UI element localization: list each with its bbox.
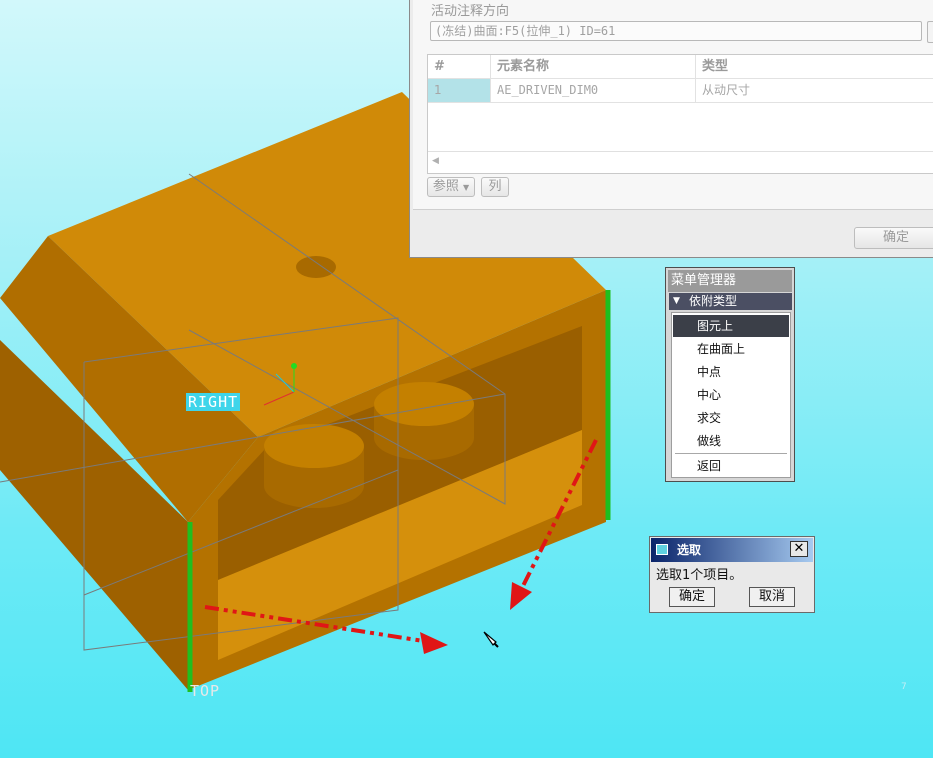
table-cell-index[interactable]: 1 — [428, 79, 491, 102]
red-arrowhead-2 — [510, 582, 532, 610]
menu-item-return[interactable]: 返回 — [673, 455, 789, 477]
menu-separator — [675, 453, 787, 454]
red-arrowhead-1 — [420, 632, 448, 654]
menu-manager-title: 菜单管理器 — [668, 270, 792, 292]
viewport-corner-mark: 7 — [901, 682, 907, 692]
menu-item-midpoint[interactable]: 中点 — [673, 361, 789, 383]
chevron-down-icon: ▼ — [463, 183, 470, 192]
menu-item-on-entity[interactable]: 图元上 — [673, 315, 789, 337]
model-cylinder-left-bottom — [264, 464, 364, 508]
ok-button[interactable]: 确定 — [854, 227, 933, 249]
horizontal-scrollbar[interactable]: ◀ ▶ — [428, 151, 933, 172]
attach-type-label: 依附类型 — [689, 294, 738, 308]
menu-manager: 菜单管理器 ▼ 依附类型 图元上 在曲面上 中点 中心 求交 做线 返回 — [665, 267, 795, 482]
table-cell-type[interactable]: 从动尺寸 — [696, 79, 933, 102]
table-row[interactable]: 1 AE_DRIVEN_DIM0 从动尺寸 — [428, 79, 933, 103]
menu-item-make-line[interactable]: 做线 — [673, 430, 789, 452]
pencil-cursor-icon — [483, 631, 499, 648]
select-cancel-button[interactable]: 取消 — [749, 587, 795, 607]
scroll-left-icon[interactable]: ◀ — [432, 156, 439, 166]
select-dialog-title: 选取 — [677, 543, 702, 557]
select-dialog: 选取 ✕ 选取1个项目。 确定 取消 — [649, 536, 815, 613]
reference-button-label: 参照 — [432, 179, 459, 194]
table-header-index[interactable]: # — [428, 55, 491, 78]
close-icon[interactable]: ✕ — [790, 541, 808, 557]
datum-label-right[interactable]: RIGHT — [186, 393, 241, 411]
reference-button[interactable]: 参照 ▼ — [427, 177, 475, 197]
menu-item-intersect[interactable]: 求交 — [673, 407, 789, 429]
csys-origin — [291, 363, 297, 369]
datum-label-top[interactable]: TOP — [190, 682, 220, 700]
select-dialog-titlebar[interactable]: 选取 ✕ — [651, 538, 813, 562]
table-header-type[interactable]: 类型 — [696, 55, 933, 78]
select-message: 选取1个项目。 — [656, 568, 743, 583]
model-cylinder-right-top — [374, 382, 474, 426]
menu-list: 图元上 在曲面上 中点 中心 求交 做线 返回 — [671, 312, 791, 478]
model-cylinder-left-top — [264, 424, 364, 468]
menu-item-on-surface[interactable]: 在曲面上 — [673, 338, 789, 360]
annotation-panel: 活动注释方向 (冻结)曲面:F5(拉伸_1) ID=61 # 元素名称 类型 1… — [413, 0, 933, 210]
column-button[interactable]: 列 — [481, 177, 509, 197]
direction-button[interactable] — [927, 21, 933, 43]
element-table: # 元素名称 类型 1 AE_DRIVEN_DIM0 从动尺寸 ◀ ▶ — [427, 54, 933, 174]
table-cell-name[interactable]: AE_DRIVEN_DIM0 — [491, 79, 696, 102]
window-icon — [656, 544, 668, 555]
table-header-row: # 元素名称 类型 — [428, 55, 933, 79]
direction-field[interactable]: (冻结)曲面:F5(拉伸_1) ID=61 — [430, 21, 922, 41]
attach-type-submenu[interactable]: ▼ 依附类型 — [669, 293, 792, 310]
annotation-dialog: 活动注释方向 (冻结)曲面:F5(拉伸_1) ID=61 # 元素名称 类型 1… — [409, 0, 933, 258]
table-header-name[interactable]: 元素名称 — [491, 55, 696, 78]
direction-label: 活动注释方向 — [431, 4, 510, 19]
model-top-hole[interactable] — [296, 256, 336, 278]
triangle-down-icon: ▼ — [673, 296, 680, 306]
menu-item-center[interactable]: 中心 — [673, 384, 789, 406]
select-ok-button[interactable]: 确定 — [669, 587, 715, 607]
